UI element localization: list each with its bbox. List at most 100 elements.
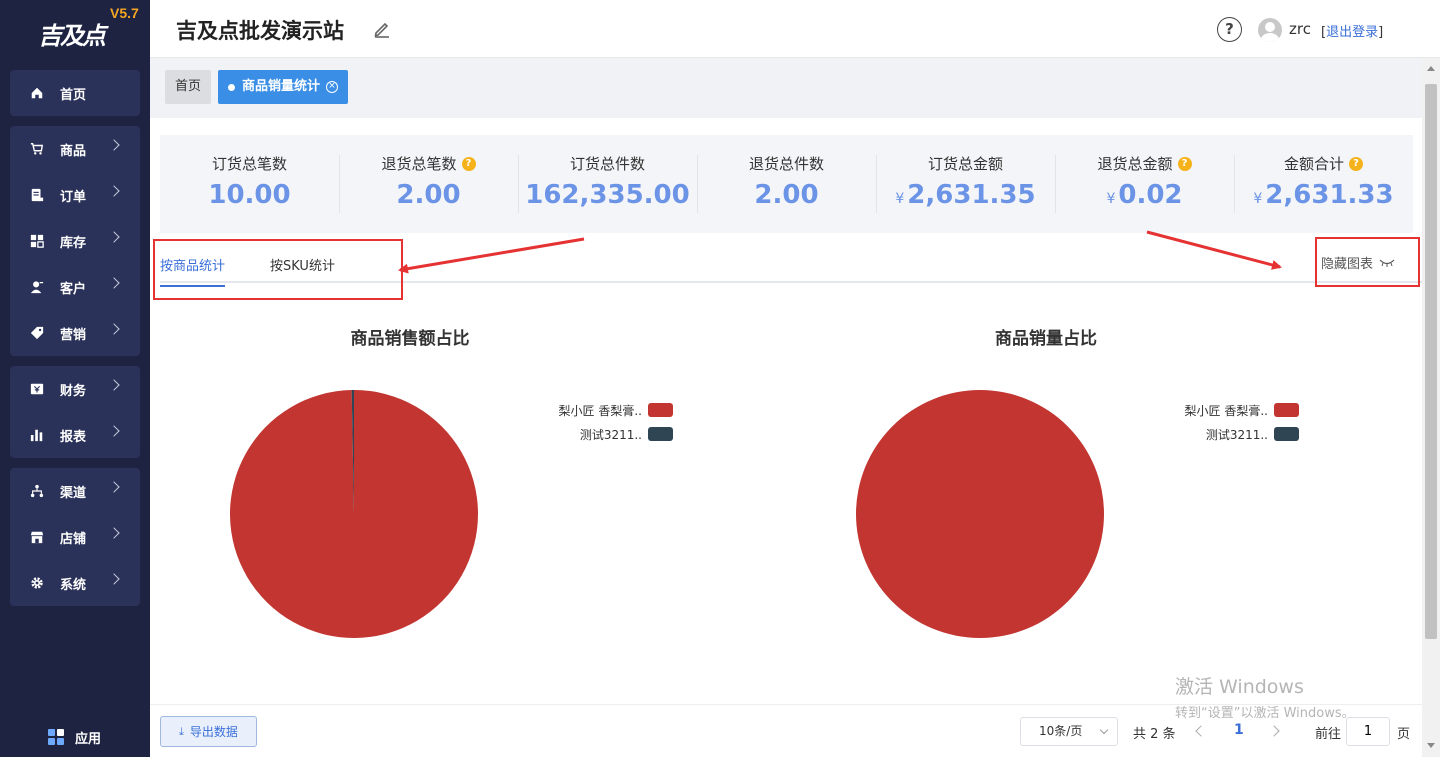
apps-icon: [48, 728, 66, 747]
tab-label: 商品销量统计: [242, 79, 321, 94]
chevron-right-icon: [108, 323, 120, 335]
chevron-right-icon: [108, 527, 120, 539]
download-icon: ⤓: [179, 724, 184, 738]
sidebar: 吉及点 V5.7 首页 商品 订单 库存 客户 营销 财务 报表 渠道 店铺 系统 应用: [0, 0, 150, 757]
logout-link[interactable]: 退出登录: [1326, 25, 1378, 40]
logout-link-wrapper: [退出登录]: [1321, 21, 1383, 40]
export-button[interactable]: ⤓ 导出数据: [160, 716, 257, 747]
chevron-right-icon: [108, 573, 120, 585]
sidebar-item-finance[interactable]: 财务: [10, 366, 140, 412]
active-dot: [228, 83, 235, 91]
legend-item[interactable]: 测试3211..: [1136, 422, 1299, 446]
sidebar-item-cart[interactable]: 商品: [10, 126, 140, 172]
stat-value: 2,631.33: [1265, 180, 1394, 210]
version-badge: V5.7: [110, 5, 139, 21]
chevron-right-icon: [108, 425, 120, 437]
stock-icon: [30, 234, 44, 248]
sidebar-item-gear[interactable]: 系统: [10, 560, 140, 606]
stat-value: 162,335.00: [525, 180, 690, 210]
tag-icon: [30, 326, 44, 340]
pencil-icon[interactable]: [372, 19, 392, 39]
export-label: 导出数据: [189, 725, 238, 739]
stat-card: 金额合计? ¥2,631.33: [1234, 135, 1413, 233]
legend-swatch: [1274, 427, 1299, 441]
sidebar-item-report[interactable]: 报表: [10, 412, 140, 458]
stat-value: 2.00: [754, 180, 819, 210]
legend-swatch: [1274, 403, 1299, 417]
home-icon: [30, 86, 44, 100]
store-icon: [30, 530, 44, 544]
stat-label: 订货总件数: [569, 155, 645, 173]
page-size-value: 10条/页: [1039, 724, 1083, 738]
stat-value-wrapper: ¥2,631.33: [1234, 180, 1413, 210]
pagination-bar: ⤓ 导出数据 10条/页 共 2 条 1 前往 页: [150, 704, 1422, 757]
legend-swatch: [648, 403, 673, 417]
sidebar-item-label: 库存: [60, 235, 87, 251]
tab-product-sales[interactable]: 商品销量统计 ×: [218, 70, 349, 104]
stat-value-wrapper: 10.00: [160, 180, 339, 210]
close-icon[interactable]: ×: [326, 81, 339, 93]
apps-button[interactable]: 应用: [48, 728, 101, 747]
help-icon[interactable]: ?: [1217, 17, 1242, 42]
help-icon[interactable]: ?: [461, 156, 476, 171]
sidebar-item-store[interactable]: 店铺: [10, 514, 140, 560]
chevron-right-icon: [108, 277, 120, 289]
prev-page-button[interactable]: [1195, 725, 1207, 737]
page-size-select[interactable]: 10条/页: [1020, 717, 1118, 746]
sidebar-item-customer[interactable]: 客户: [10, 264, 140, 310]
stat-label: 退货总件数: [748, 155, 824, 173]
channel-icon: [30, 484, 44, 498]
pie-slice[interactable]: [856, 390, 1104, 638]
sidebar-item-order[interactable]: 订单: [10, 172, 140, 218]
gear-icon: [30, 576, 44, 590]
tabs-bar: 首页 商品销量统计 ×: [150, 58, 1422, 118]
sidebar-item-home[interactable]: 首页: [10, 70, 140, 116]
pie-chart-sales-amount: [229, 390, 478, 638]
sidebar-item-label: 订单: [60, 189, 87, 205]
finance-icon: [30, 382, 44, 396]
stats-summary: 订货总笔数 10.00 退货总笔数? 2.00 订货总件数 162,335.00 退货总件数…: [160, 135, 1413, 233]
help-icon[interactable]: ?: [1177, 156, 1192, 171]
stat-value-wrapper: ¥2,631.35: [876, 180, 1055, 210]
avatar[interactable]: [1258, 18, 1282, 42]
stat-value-wrapper: 2.00: [697, 180, 876, 210]
stat-label: 退货总金额: [1097, 155, 1173, 173]
stat-label-wrapper: 金额合计?: [1284, 153, 1363, 174]
chevron-right-icon: [108, 481, 120, 493]
stat-value-wrapper: ¥0.02: [1055, 180, 1234, 210]
annotation-box-subtabs: [153, 239, 403, 300]
stat-value-wrapper: 162,335.00: [518, 180, 697, 210]
sidebar-group: 首页: [10, 70, 140, 116]
page-number-current[interactable]: 1: [1234, 722, 1244, 738]
stat-label-wrapper: 退货总件数: [749, 153, 824, 174]
scrollbar[interactable]: [1422, 58, 1440, 757]
sidebar-item-tag[interactable]: 营销: [10, 310, 140, 356]
currency-symbol: ¥: [1106, 191, 1116, 207]
apps-label: 应用: [75, 732, 102, 747]
customer-icon: [30, 280, 44, 294]
stat-card: 退货总件数 2.00: [697, 135, 876, 233]
goto-label: 前往: [1315, 727, 1342, 742]
scroll-thumb[interactable]: [1425, 84, 1437, 639]
stat-value: 0.02: [1118, 180, 1183, 210]
help-icon[interactable]: ?: [1349, 156, 1363, 171]
top-header: 吉及点批发演示站 ? zrc [退出登录]: [150, 0, 1440, 58]
sidebar-item-channel[interactable]: 渠道: [10, 468, 140, 514]
stat-value: 10.00: [208, 180, 291, 210]
scroll-down-icon[interactable]: [1427, 743, 1435, 748]
annotation-box-hide-chart: [1315, 237, 1420, 287]
scroll-up-icon[interactable]: [1427, 66, 1435, 71]
sidebar-item-label: 报表: [60, 429, 87, 445]
chart-title-sales-amount: 商品销售额占比: [350, 329, 470, 349]
legend-item[interactable]: 梨小匠 香梨膏..: [510, 398, 673, 422]
sidebar-item-stock[interactable]: 库存: [10, 218, 140, 264]
tab-home[interactable]: 首页: [165, 70, 212, 104]
legend-sales-amount: 梨小匠 香梨膏.. 测试3211..: [510, 398, 673, 446]
next-page-button[interactable]: [1268, 725, 1280, 737]
stat-card: 订货总笔数 10.00: [160, 135, 339, 233]
goto-page-input[interactable]: [1346, 717, 1390, 746]
legend-item[interactable]: 梨小匠 香梨膏..: [1136, 398, 1299, 422]
legend-item[interactable]: 测试3211..: [510, 422, 673, 446]
stat-value: 2,631.35: [907, 180, 1036, 210]
bracket-close: ]: [1378, 25, 1384, 40]
